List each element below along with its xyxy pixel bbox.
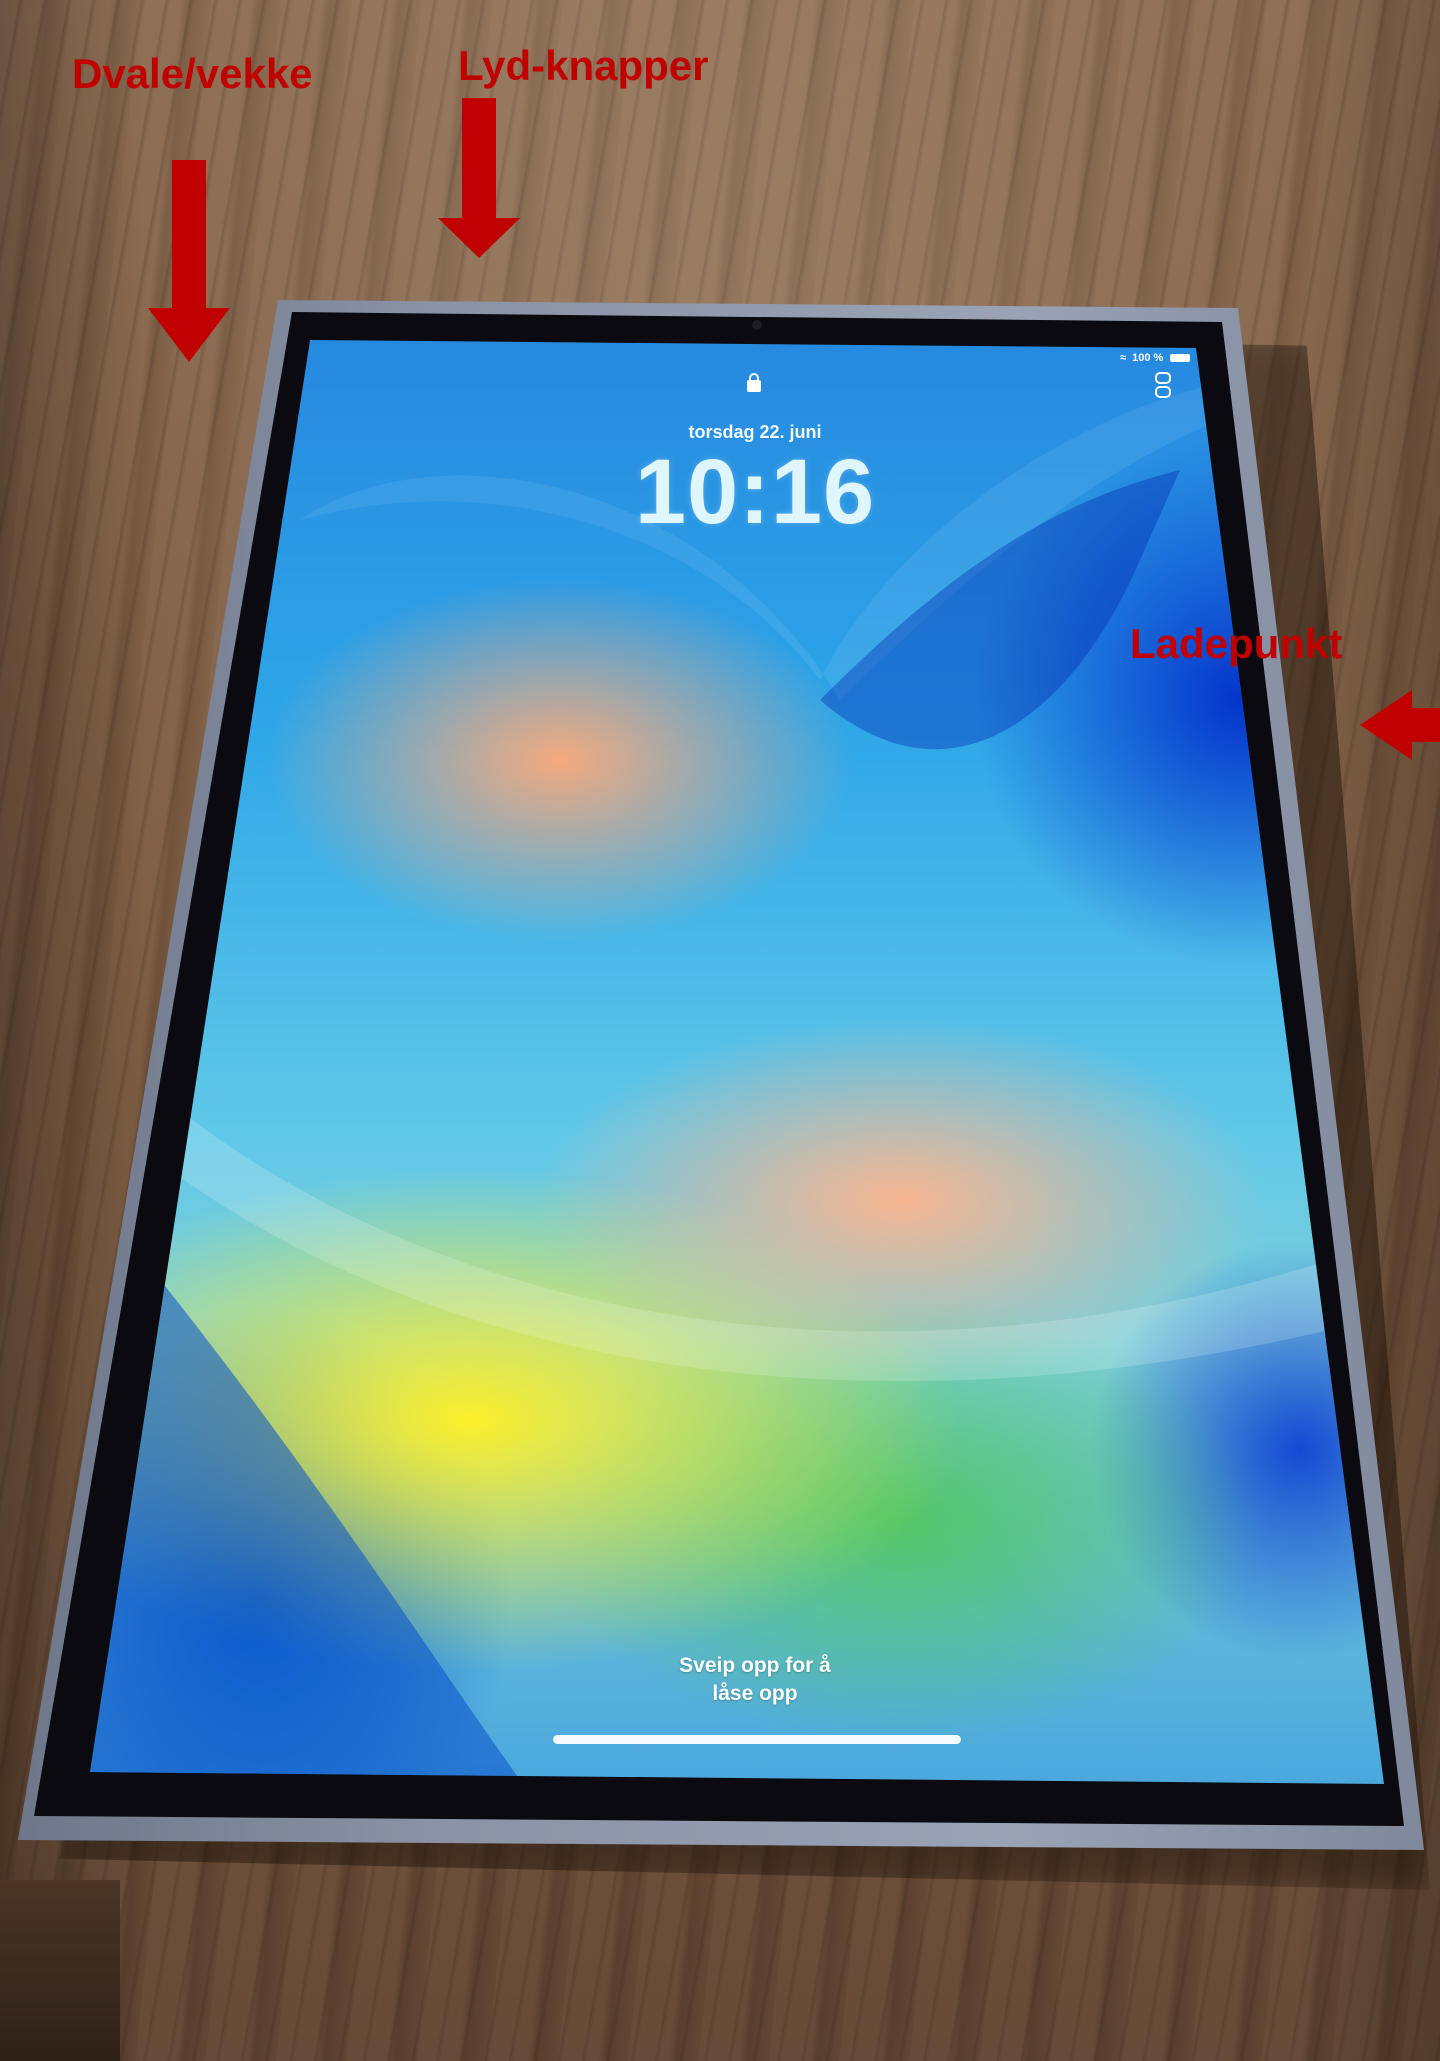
annotation-arrows [148,98,1440,760]
volume-buttons-arrow [438,98,520,258]
sleep-wake-arrow [148,160,230,362]
charging-port-arrow [1360,690,1440,760]
